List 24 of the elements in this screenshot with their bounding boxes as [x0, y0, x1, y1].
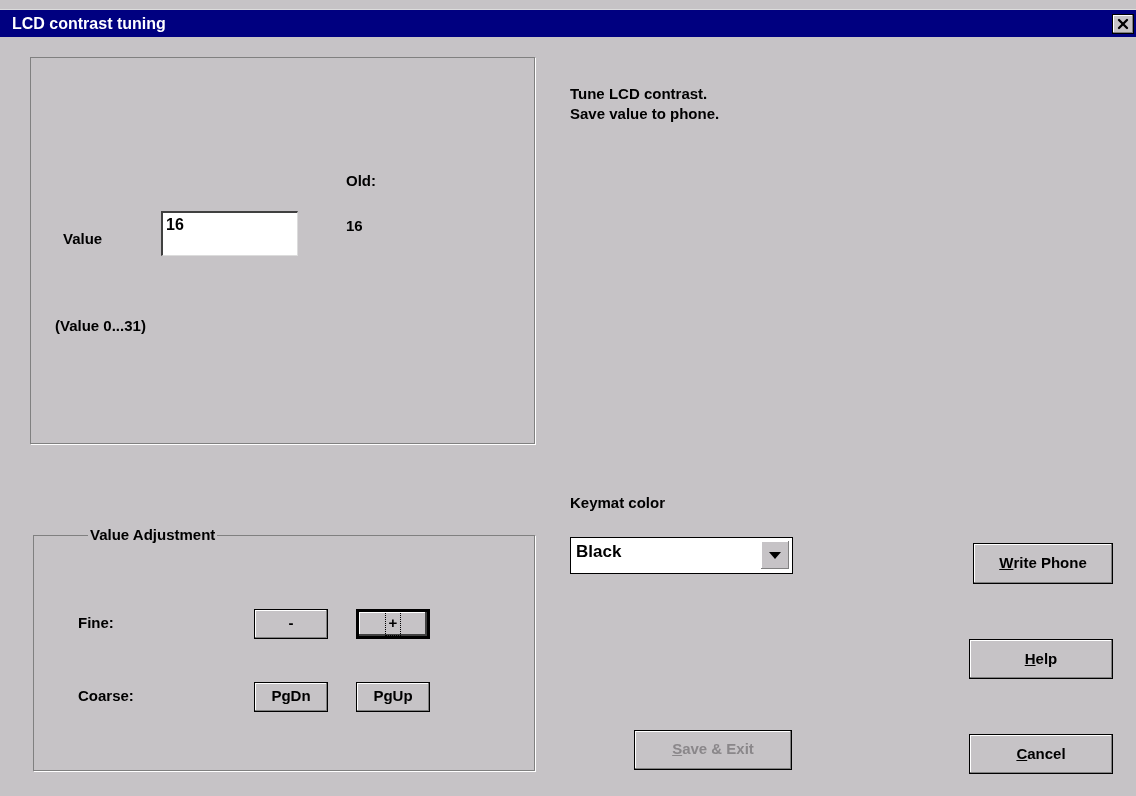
range-note: (Value 0...31) [55, 316, 147, 336]
group-title: Value Adjustment [89, 525, 217, 545]
write-phone-button[interactable]: Write Phone [973, 543, 1113, 584]
old-value: 16 [346, 215, 364, 236]
adjust-label: Coarse: [78, 686, 135, 707]
keymat-value: Black [575, 541, 623, 564]
adjust-button[interactable]: - [254, 608, 328, 639]
instruction-text: Tune LCD contrast. [570, 84, 709, 104]
value-field[interactable]: 16 [161, 211, 298, 256]
instruction-text: Save value to phone. [570, 104, 721, 124]
old-label: Old: [346, 171, 376, 191]
caret-icon [769, 551, 781, 559]
window-title: LCD contrast tuning [12, 13, 166, 34]
value-label: Value [63, 229, 104, 249]
adjust-button[interactable]: PgUp [356, 681, 430, 712]
keymat-label: Keymat color [570, 493, 667, 513]
help-button[interactable]: Help [969, 639, 1113, 679]
adjust-button[interactable]: PgDn [254, 681, 328, 712]
adjust-label: Fine: [78, 613, 115, 634]
dropdown-button[interactable] [761, 541, 789, 569]
keymat-dropdown[interactable]: Black [570, 536, 793, 574]
close-button[interactable] [1112, 13, 1134, 34]
adjust-button[interactable]: + [356, 608, 430, 639]
cancel-button[interactable]: Cancel [969, 734, 1113, 774]
